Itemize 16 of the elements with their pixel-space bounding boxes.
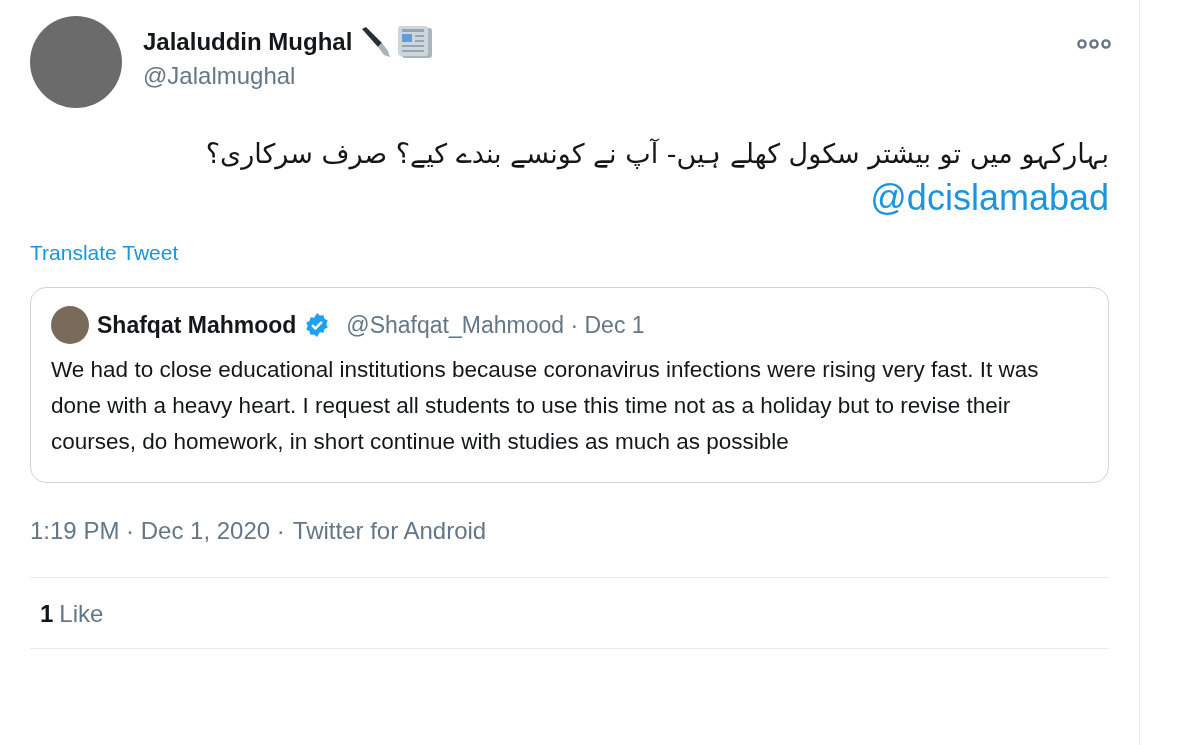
newspaper-icon [398, 26, 435, 58]
mention-link[interactable]: @dcislamabad [870, 177, 1109, 219]
author-name[interactable]: Jalaluddin Mughal [143, 28, 353, 56]
tweet-timestamp[interactable]: 1:19 PM · Dec 1, 2020 · [30, 517, 285, 545]
quoted-tweet-card[interactable] [30, 287, 1109, 483]
quoted-author-name: Shafqat Mahmood [97, 311, 297, 339]
translate-link[interactable]: Translate Tweet [30, 241, 179, 265]
more-options-icon[interactable] [1077, 38, 1111, 50]
author-handle[interactable]: @Jalalmughal [143, 62, 1056, 90]
quoted-avatar [51, 306, 89, 344]
quoted-tweet-text: We had to close educational institutions because coronavirus infections were rising very fast. It was done with a heavy heart. I request all students to use this time not as a holiday but to revise their courses, do homework, in short continue with studies as much as possible [51, 356, 1040, 456]
like-label[interactable]: Like [59, 600, 104, 628]
quoted-handle-date: @Shafqat_Mahmood · Dec 1 [346, 311, 645, 339]
tweet-source[interactable]: Twitter for Android [292, 517, 487, 545]
like-count[interactable]: 1 [40, 600, 54, 628]
tweet-text: بہارکہو میں تو بیشتر سکول کھلے ہیں- آپ نے کونسے بندے کیے؟ صرف سرکاری؟ [205, 138, 1109, 169]
